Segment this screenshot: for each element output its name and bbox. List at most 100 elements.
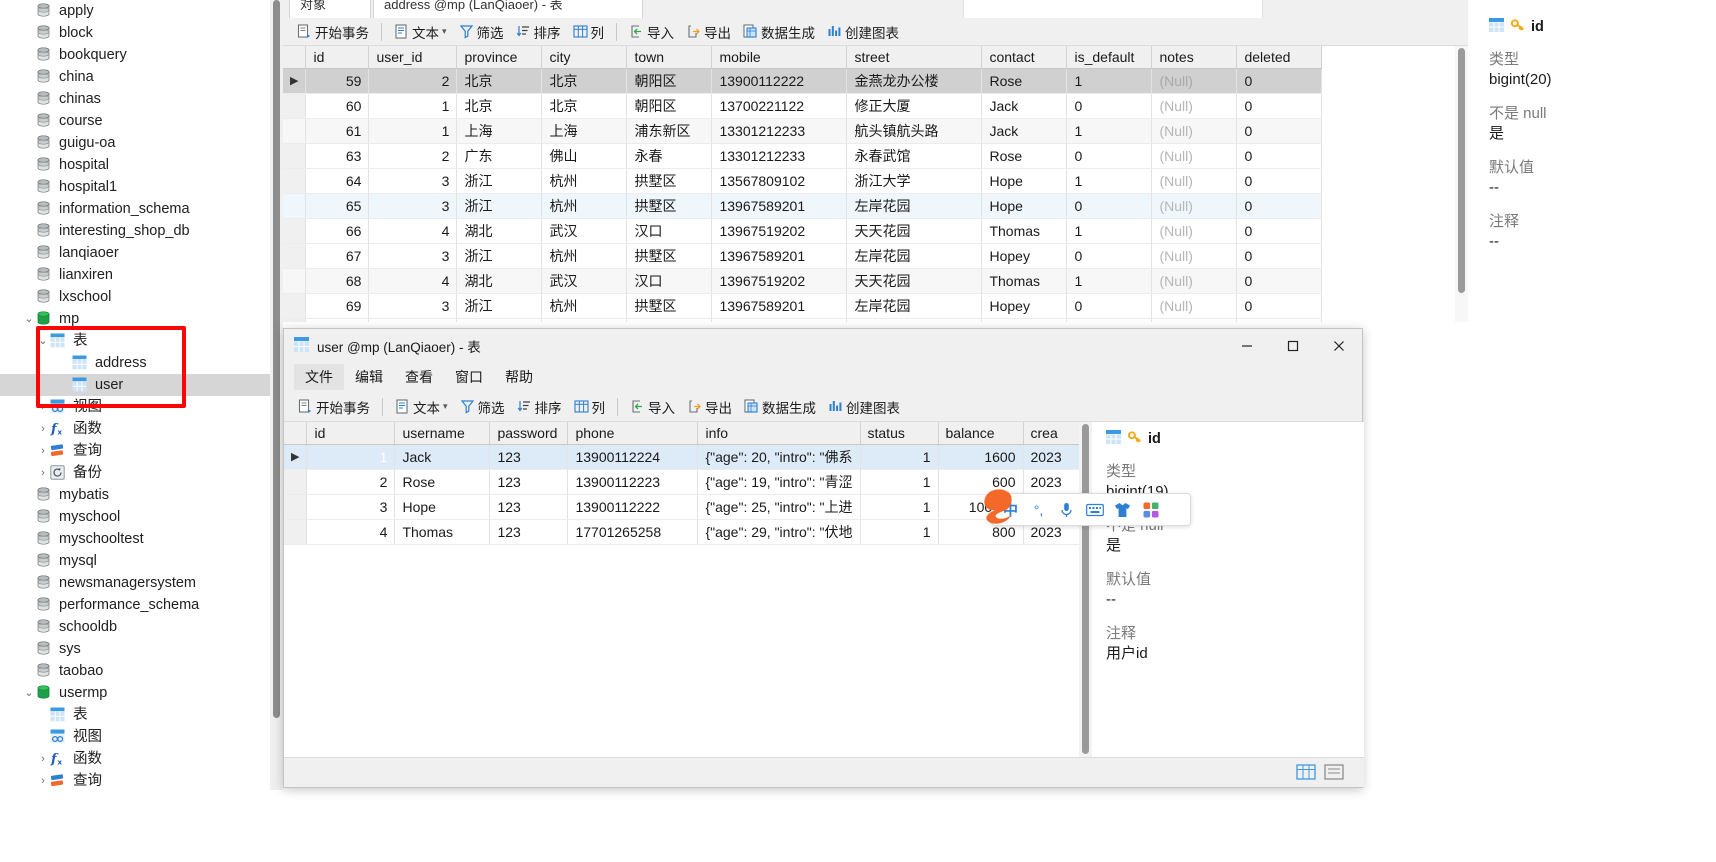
chevron-right-icon[interactable]: › [36, 748, 50, 770]
chevron-right-icon[interactable]: › [36, 440, 50, 462]
table-cell-id[interactable]: 65 [305, 193, 370, 219]
table-cell-id[interactable]: 4 [306, 519, 396, 545]
table-cell-deleted[interactable]: 0 [1236, 318, 1323, 322]
table-cell-password[interactable]: 123 [489, 469, 569, 495]
toolbar-button-文本[interactable]: 文本 ▾ [388, 20, 453, 44]
table-cell-notes[interactable]: (Null) [1151, 243, 1238, 269]
table-cell-notes[interactable]: (Null) [1151, 293, 1238, 319]
table-cell-id[interactable]: 67 [305, 243, 370, 269]
table-cell-province[interactable]: 湖北 [456, 268, 543, 294]
row-marker[interactable] [284, 494, 308, 520]
table-cell-mobile[interactable]: 13967589201 [711, 293, 848, 319]
row-marker[interactable] [283, 118, 307, 144]
table-cell-phone[interactable]: 13900112222 [567, 494, 699, 520]
table-cell-city[interactable]: 上海 [541, 118, 628, 144]
table-cell-id[interactable]: 61 [305, 118, 370, 144]
tab-objects[interactable]: 对象 [289, 0, 371, 18]
column-header-contact[interactable]: contact [981, 46, 1068, 69]
table-cell-contact[interactable]: Hopey [981, 293, 1068, 319]
table-cell-username[interactable]: Jack [394, 444, 491, 470]
table-cell-province[interactable]: 广东 [456, 143, 543, 169]
chevron-right-icon[interactable]: › [36, 770, 50, 792]
tree-item-lanqiaoer[interactable]: lanqiaoer [0, 242, 270, 264]
table-cell-crea[interactable]: 2023 [1023, 444, 1084, 470]
tree-item-user[interactable]: user [0, 374, 270, 396]
table-row[interactable]: 67 3 浙江 杭州 拱墅区 13967589201 左岸花园 Hopey 0 (Null) 0 [283, 243, 1323, 269]
table-row[interactable]: 4 Thomas 123 17701265258 {"age": 29, "intro"… [284, 519, 1084, 545]
tree-item-information_schema[interactable]: information_schema [0, 198, 270, 220]
toolbar-button-导入[interactable]: 导入 [623, 20, 680, 44]
child-window-titlebar[interactable]: user @mp (LanQiaoer) - 表 [284, 329, 1362, 362]
table-cell-city[interactable]: 杭州 [541, 193, 628, 219]
column-header-street[interactable]: street [846, 46, 983, 69]
tree-item-usermp[interactable]: ⌄ usermp [0, 682, 270, 704]
table-cell-user_id[interactable]: 4 [368, 268, 458, 294]
table-cell-user_id[interactable]: 2 [368, 143, 458, 169]
table-cell-id[interactable]: 59 [305, 68, 370, 94]
chevron-down-icon[interactable]: ⌄ [22, 682, 36, 704]
table-cell-phone[interactable]: 13900112224 [567, 444, 699, 470]
column-header-city[interactable]: city [541, 46, 628, 69]
row-marker[interactable] [283, 93, 307, 119]
table-row[interactable]: 65 3 浙江 杭州 拱墅区 13967589201 左岸花园 Hope 0 (Null) 0 [283, 193, 1323, 219]
table-cell-is_default[interactable]: 0 [1066, 193, 1153, 219]
table-cell-deleted[interactable]: 0 [1236, 143, 1323, 169]
table-cell-mobile[interactable]: 13967519202 [711, 218, 848, 244]
table-cell-contact[interactable]: Rose [981, 143, 1068, 169]
table-cell-city[interactable]: 北京 [541, 68, 628, 94]
table-cell-user_id[interactable]: 2 [368, 68, 458, 94]
table-cell-deleted[interactable]: 0 [1236, 293, 1323, 319]
microphone-icon[interactable] [1054, 497, 1079, 522]
table-cell-city[interactable]: 武汉 [541, 218, 628, 244]
menu-item-查看[interactable]: 查看 [394, 364, 444, 390]
table-cell-contact[interactable]: Hope [981, 168, 1068, 194]
table-cell-contact[interactable]: Jack [981, 93, 1068, 119]
table-row[interactable]: 2 Rose 123 13900112223 {"age": 19, "intro": … [284, 469, 1084, 495]
row-marker[interactable] [283, 268, 307, 294]
table-cell-city[interactable]: 武汉 [541, 268, 628, 294]
table-cell-user_id[interactable]: 1 [368, 93, 458, 119]
table-cell-mobile[interactable]: 13967589201 [711, 193, 848, 219]
tree-item-查询[interactable]: › 查询 [0, 770, 270, 792]
table-cell-city[interactable]: 杭州 [541, 168, 628, 194]
table-cell-town[interactable]: 拱墅区 [626, 193, 713, 219]
column-header-province[interactable]: province [456, 46, 543, 69]
tree-item-表[interactable]: 表 [0, 704, 270, 726]
table-cell-status[interactable]: 1 [860, 494, 939, 520]
column-header-user_id[interactable]: user_id [368, 46, 458, 69]
column-header-password[interactable]: password [489, 422, 569, 445]
toolbar-button-数据生成[interactable]: 数据生成 [738, 395, 822, 419]
table-cell-mobile[interactable]: 13967589201 [711, 243, 848, 269]
table-cell-is_default[interactable]: 1 [1066, 68, 1153, 94]
maximize-button[interactable] [1270, 329, 1316, 362]
table-cell-crea[interactable]: 2023 [1023, 469, 1084, 495]
toolbar-button-创建图表[interactable]: 创建图表 [821, 20, 905, 44]
table-cell-info[interactable]: {"age": 19, "intro": "青涩 [697, 469, 861, 495]
table-cell-notes[interactable]: (Null) [1151, 168, 1238, 194]
tree-item-lianxiren[interactable]: lianxiren [0, 264, 270, 286]
table-cell-deleted[interactable]: 0 [1236, 68, 1323, 94]
user-grid[interactable]: id username password phone info status balance… [284, 422, 1084, 787]
tree-item-备份[interactable]: › 备份 [0, 462, 270, 484]
tree-item-apply[interactable]: apply [0, 0, 270, 22]
table-cell-notes[interactable]: (Null) [1151, 68, 1238, 94]
tree-item-表[interactable]: ⌄ 表 [0, 330, 270, 352]
table-cell-city[interactable]: 杭州 [541, 293, 628, 319]
punctuation-icon[interactable]: °, [1026, 497, 1051, 522]
table-cell-province[interactable]: 浙江 [456, 193, 543, 219]
table-cell-town[interactable]: 永春 [626, 143, 713, 169]
toolbar-button-文本[interactable]: 文本 ▾ [389, 395, 454, 419]
table-cell-user_id[interactable]: 3 [368, 293, 458, 319]
table-row[interactable]: ▶ 59 2 北京 北京 朝阳区 13900112222 金燕龙办公楼 Rose 1 (Null) 0 [283, 68, 1323, 94]
table-cell-contact[interactable]: Hope [981, 193, 1068, 219]
column-header-is_default[interactable]: is_default [1066, 46, 1153, 69]
table-cell-town[interactable]: 拱墅区 [626, 168, 713, 194]
table-cell-notes[interactable]: (Null) [1151, 118, 1238, 144]
table-cell-province[interactable]: 浙江 [456, 293, 543, 319]
table-row[interactable]: 64 3 浙江 杭州 拱墅区 13567809102 浙江大学 Hope 1 (Null) 0 [283, 168, 1323, 194]
table-cell-phone[interactable]: 13900112223 [567, 469, 699, 495]
tree-item-hospital[interactable]: hospital [0, 154, 270, 176]
table-cell-contact[interactable]: Thomas [981, 218, 1068, 244]
table-cell-city[interactable]: 北京 [541, 93, 628, 119]
child-window-user-table[interactable]: user @mp (LanQiaoer) - 表 文件 编辑 查看 窗口 帮助 开始事务… [283, 328, 1364, 788]
